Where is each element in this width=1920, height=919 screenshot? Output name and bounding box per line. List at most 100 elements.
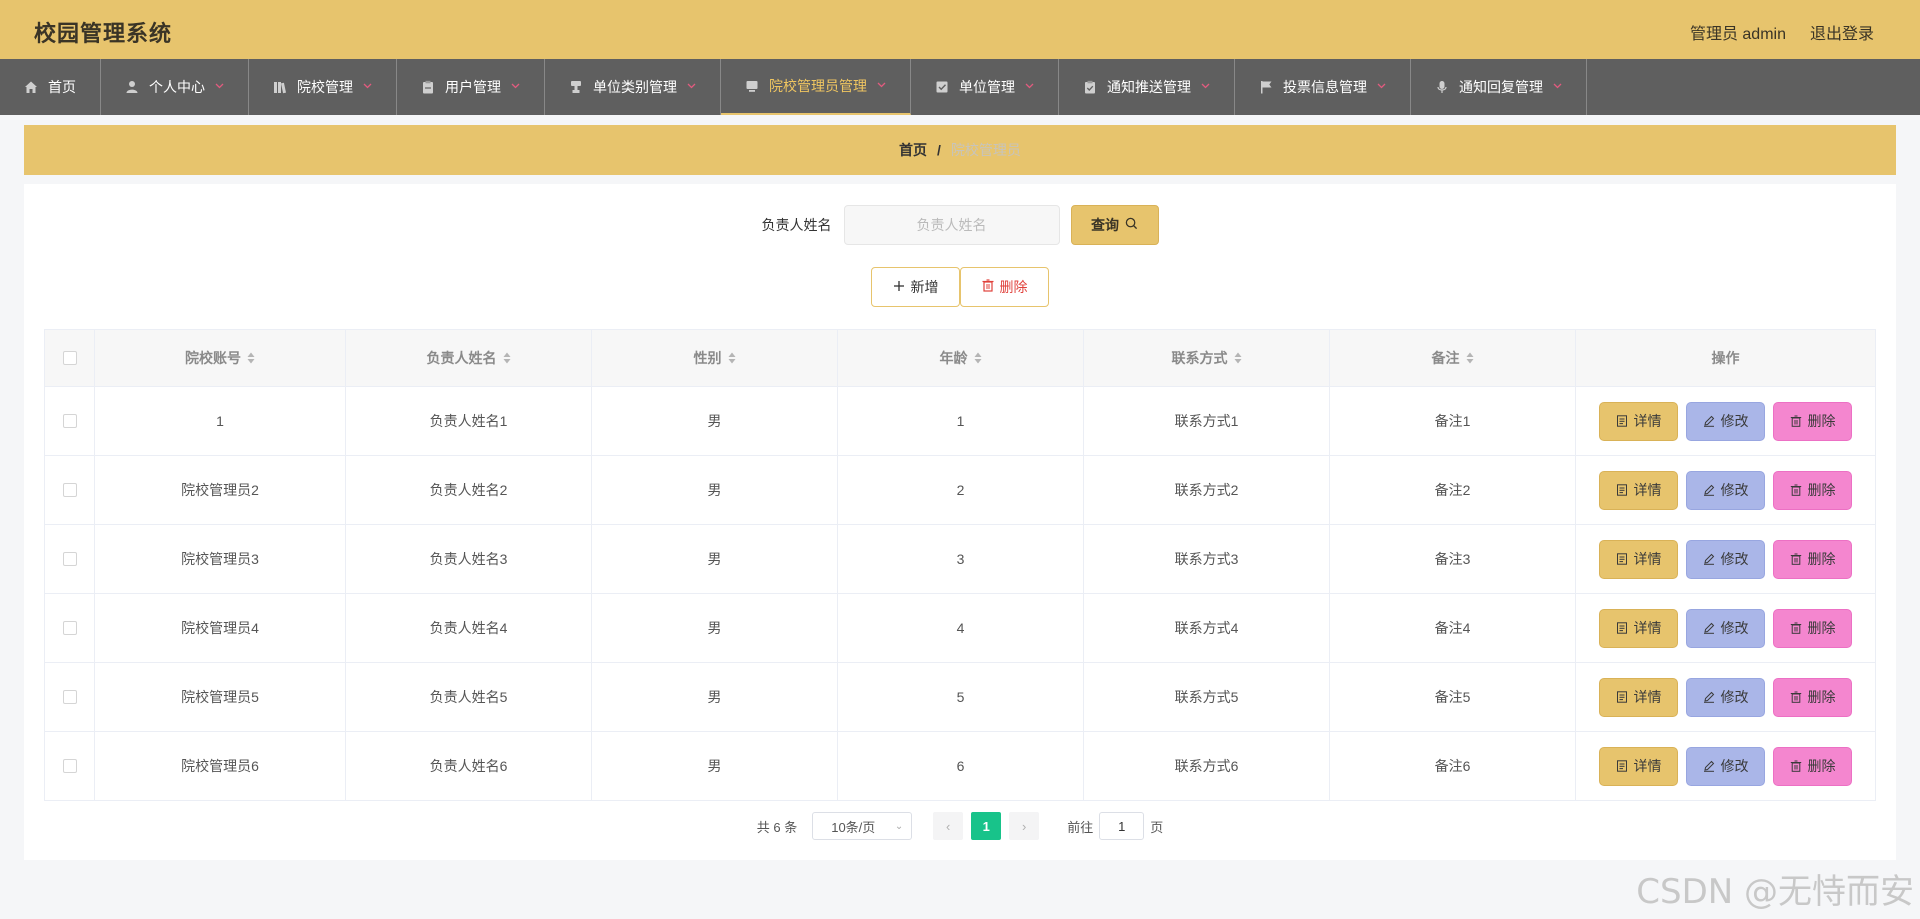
goto-page-input[interactable]: [1099, 812, 1145, 840]
cell-name: 负责人姓名3: [346, 525, 592, 593]
nav-item-7[interactable]: 通知推送管理: [1059, 59, 1235, 115]
main-nav: 首页 个人中心 院校管理 用户管理 单位类别管理 院校管理员管理 单位管理 通知推送管理 投票信…: [0, 59, 1920, 115]
cell-gender: 男: [592, 387, 838, 455]
chevron-down-icon: [1025, 81, 1034, 92]
pencil-icon: [1703, 415, 1715, 427]
delete-button[interactable]: 删除: [1773, 539, 1852, 579]
column-header[interactable]: 年龄: [838, 330, 1084, 386]
nav-item-0[interactable]: 首页: [0, 59, 101, 115]
nav-item-8[interactable]: 投票信息管理: [1235, 59, 1411, 115]
detail-button[interactable]: 详情: [1599, 746, 1678, 786]
sort-icon[interactable]: [1466, 352, 1474, 364]
checkbox-icon: [935, 80, 949, 94]
edit-button[interactable]: 修改: [1686, 746, 1765, 786]
column-header-label: 年龄: [939, 350, 968, 366]
delete-button[interactable]: 删除: [1773, 608, 1852, 648]
row-checkbox-cell: [45, 456, 95, 524]
nav-item-label: 通知推送管理: [1107, 79, 1191, 95]
column-header[interactable]: 备注: [1330, 330, 1576, 386]
search-button[interactable]: 查询: [1070, 205, 1159, 245]
logout-link[interactable]: 退出登录: [1810, 20, 1874, 44]
delete-button[interactable]: 删除: [1773, 470, 1852, 510]
delete-button[interactable]: 删除: [1773, 677, 1852, 717]
edit-button[interactable]: 修改: [1686, 401, 1765, 441]
nav-item-9[interactable]: 通知回复管理: [1411, 59, 1587, 115]
plus-icon: [893, 279, 905, 295]
column-header: 操作: [1576, 330, 1875, 386]
sort-icon[interactable]: [1234, 352, 1242, 364]
next-page-button[interactable]: ›: [1009, 812, 1040, 840]
nav-item-6[interactable]: 单位管理: [911, 59, 1059, 115]
page-number-button[interactable]: 1: [971, 812, 1002, 840]
file-text-icon: [1616, 691, 1628, 703]
row-checkbox[interactable]: [62, 552, 77, 566]
edit-button[interactable]: 修改: [1686, 470, 1765, 510]
sort-icon[interactable]: [728, 352, 736, 364]
chevron-down-icon: [1377, 81, 1386, 92]
batch-delete-button[interactable]: 删除: [960, 267, 1049, 307]
nav-item-5[interactable]: 院校管理员管理: [721, 59, 911, 115]
pencil-icon: [1703, 484, 1715, 496]
edit-button-label: 修改: [1720, 413, 1749, 429]
column-header[interactable]: 负责人姓名: [346, 330, 592, 386]
nav-item-3[interactable]: 用户管理: [397, 59, 545, 115]
sort-icon[interactable]: [503, 352, 511, 364]
row-checkbox[interactable]: [62, 690, 77, 704]
sort-icon[interactable]: [974, 352, 982, 364]
detail-button-label: 详情: [1633, 758, 1662, 774]
cell-account: 院校管理员4: [95, 594, 346, 662]
edit-button-label: 修改: [1720, 689, 1749, 705]
detail-button[interactable]: 详情: [1599, 401, 1678, 441]
column-header-label: 性别: [693, 350, 722, 366]
pencil-icon: [1703, 691, 1715, 703]
column-header[interactable]: 联系方式: [1084, 330, 1330, 386]
breadcrumb-home[interactable]: 首页: [899, 140, 927, 160]
detail-button[interactable]: 详情: [1599, 608, 1678, 648]
select-all-checkbox[interactable]: [62, 351, 77, 365]
detail-button-label: 详情: [1633, 689, 1662, 705]
edit-button[interactable]: 修改: [1686, 539, 1765, 579]
row-checkbox[interactable]: [62, 483, 77, 497]
nav-item-label: 首页: [48, 79, 76, 95]
delete-button[interactable]: 删除: [1773, 746, 1852, 786]
detail-button-label: 详情: [1633, 620, 1662, 636]
cell-gender: 男: [592, 525, 838, 593]
cell-account: 院校管理员2: [95, 456, 346, 524]
nav-item-4[interactable]: 单位类别管理: [545, 59, 721, 115]
add-button[interactable]: 新增: [871, 267, 960, 307]
cell-gender: 男: [592, 732, 838, 800]
cell-gender: 男: [592, 594, 838, 662]
search-icon: [1125, 217, 1138, 233]
cell-age: 4: [838, 594, 1084, 662]
file-text-icon: [1616, 760, 1628, 772]
delete-button[interactable]: 删除: [1773, 401, 1852, 441]
column-header[interactable]: 院校账号: [95, 330, 346, 386]
pencil-icon: [1703, 622, 1715, 634]
sort-icon[interactable]: [247, 352, 255, 364]
detail-button[interactable]: 详情: [1599, 539, 1678, 579]
row-checkbox[interactable]: [62, 414, 77, 428]
header-checkbox-cell: [45, 330, 95, 386]
nav-item-label: 用户管理: [445, 79, 501, 95]
book-icon: [273, 80, 287, 94]
cell-remark: 备注6: [1330, 732, 1576, 800]
edit-button[interactable]: 修改: [1686, 677, 1765, 717]
row-checkbox[interactable]: [62, 759, 77, 773]
detail-button[interactable]: 详情: [1599, 677, 1678, 717]
edit-button[interactable]: 修改: [1686, 608, 1765, 648]
nav-item-1[interactable]: 个人中心: [101, 59, 249, 115]
table-row: 1 负责人姓名1 男 1 联系方式1 备注1 详情 修改 删除: [45, 386, 1875, 455]
trash-icon: [1790, 760, 1802, 772]
page-size-select[interactable]: 10条/页 ⌄: [812, 812, 913, 840]
delete-button-label: 删除: [1807, 758, 1836, 774]
search-input[interactable]: [843, 205, 1060, 245]
chevron-down-icon: [511, 81, 520, 92]
prev-page-button[interactable]: ‹: [933, 812, 964, 840]
detail-button[interactable]: 详情: [1599, 470, 1678, 510]
nav-item-2[interactable]: 院校管理: [249, 59, 397, 115]
page-size-value: 10条/页: [831, 819, 876, 835]
column-header[interactable]: 性别: [592, 330, 838, 386]
row-checkbox[interactable]: [62, 621, 77, 635]
nav-item-label: 单位类别管理: [593, 79, 677, 95]
admin-user-label[interactable]: 管理员 admin: [1690, 20, 1786, 44]
